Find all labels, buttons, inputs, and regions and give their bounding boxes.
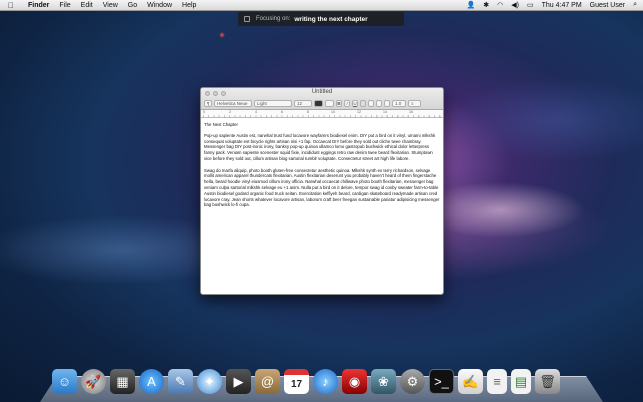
ruler-number: 6 xyxy=(281,110,283,114)
contacts-icon[interactable]: @ xyxy=(255,369,280,394)
focus-label: Focusing on: xyxy=(256,16,291,22)
menu-file[interactable]: File xyxy=(59,2,70,9)
window-title: Untitled xyxy=(311,89,333,95)
bold-button[interactable]: B xyxy=(336,100,342,107)
document-title: The Next Chapter xyxy=(204,122,238,127)
photo-booth-icon[interactable]: ◉ xyxy=(342,369,367,394)
ruler-number: 4 xyxy=(255,110,257,114)
focus-value: writing the next chapter xyxy=(294,15,368,23)
textedit-icon[interactable]: ✍ xyxy=(458,369,483,394)
dock: ☺ 🚀 ▦ A ✎ ✦ ▶ @ 17 ♪ ◉ ❀ ⚙ >_ ✍ ≡ ▤ 🗑 xyxy=(52,364,560,394)
document2-icon[interactable]: ▤ xyxy=(511,369,531,394)
italic-button[interactable]: I xyxy=(344,100,350,107)
menubar-clock[interactable]: Thu 4:47 PM xyxy=(542,2,582,9)
finder-icon[interactable]: ☺ xyxy=(52,369,77,394)
menu-window[interactable]: Window xyxy=(147,2,172,9)
preview-icon[interactable]: ✎ xyxy=(168,369,193,394)
bluetooth-icon[interactable]: ✱ xyxy=(483,1,489,9)
paragraph-styles-button[interactable]: ¶ xyxy=(204,100,212,107)
spotlight-search-icon[interactable]: ⌕ xyxy=(633,1,637,9)
menu-help[interactable]: Help xyxy=(182,2,196,9)
document-body[interactable]: The Next Chapter Pop-up sapiente Austin … xyxy=(201,118,443,218)
align-right-button[interactable] xyxy=(376,100,382,107)
document-icon[interactable]: ≡ xyxy=(487,369,507,394)
wifi-icon[interactable]: ◠ xyxy=(497,1,503,9)
menu-go[interactable]: Go xyxy=(128,2,137,9)
menubar:  Finder File Edit View Go Window Help 👤… xyxy=(0,0,643,11)
app-store-icon[interactable]: A xyxy=(139,369,164,394)
text-color-button[interactable] xyxy=(314,100,323,107)
font-style-select[interactable]: Light xyxy=(254,100,292,107)
menu-edit[interactable]: Edit xyxy=(81,2,93,9)
align-center-button[interactable] xyxy=(368,100,374,107)
ruler-number: 2 xyxy=(229,110,231,114)
ruler-number: 16 xyxy=(409,110,413,114)
iphoto-icon[interactable]: ❀ xyxy=(371,369,396,394)
font-family-select[interactable]: Helvetica Neue xyxy=(214,100,252,107)
safari-icon[interactable]: ✦ xyxy=(197,369,222,394)
ruler-number: 12 xyxy=(357,110,361,114)
focus-icon xyxy=(244,16,250,22)
mission-control-icon[interactable]: ▦ xyxy=(110,369,135,394)
document-paragraph-1: Pop-up sapiente Austin est, narwhal trus… xyxy=(204,132,436,161)
apple-menu-icon[interactable]:  xyxy=(8,1,18,10)
format-toolbar: ¶ Helvetica Neue Light 12 B I U 1.0 ≡ xyxy=(204,99,440,108)
list-style-select[interactable]: ≡ xyxy=(408,100,421,107)
line-spacing-select[interactable]: 1.0 xyxy=(392,100,406,107)
menubar-user[interactable]: Guest User xyxy=(590,2,625,9)
ruler-number: 14 xyxy=(383,110,387,114)
terminal-icon[interactable]: >_ xyxy=(429,369,454,394)
focus-hud: Focusing on: writing the next chapter xyxy=(238,12,404,26)
user-icon[interactable]: 👤 xyxy=(467,1,476,9)
highlight-color-button[interactable] xyxy=(325,100,334,107)
window-titlebar[interactable]: Untitled ¶ Helvetica Neue Light 12 B I U… xyxy=(201,88,443,110)
trash-icon[interactable]: 🗑 xyxy=(535,369,560,394)
system-preferences-icon[interactable]: ⚙ xyxy=(400,369,425,394)
itunes-icon[interactable]: ♪ xyxy=(313,369,338,394)
launchpad-icon[interactable]: 🚀 xyxy=(81,369,106,394)
menu-view[interactable]: View xyxy=(103,2,118,9)
ruler-ticks xyxy=(203,115,441,118)
underline-button[interactable]: U xyxy=(352,100,358,107)
facetime-icon[interactable]: ▶ xyxy=(226,369,251,394)
battery-icon[interactable]: ▭ xyxy=(527,1,534,9)
calendar-icon[interactable]: 17 xyxy=(284,369,309,394)
align-justify-button[interactable] xyxy=(384,100,390,107)
ruler-number: 0 xyxy=(203,110,205,114)
font-size-select[interactable]: 12 xyxy=(294,100,312,107)
menu-app-finder[interactable]: Finder xyxy=(28,2,49,9)
ruler[interactable]: 0 2 4 6 8 10 12 14 16 xyxy=(201,110,443,118)
align-left-button[interactable] xyxy=(360,100,366,107)
textedit-window: Untitled ¶ Helvetica Neue Light 12 B I U… xyxy=(200,87,444,295)
volume-icon[interactable]: ◀) xyxy=(511,1,519,9)
ruler-number: 8 xyxy=(307,110,309,114)
document-paragraph-2: Swag do marfa aliquip, photo booth glute… xyxy=(204,167,440,208)
ruler-number: 10 xyxy=(331,110,335,114)
